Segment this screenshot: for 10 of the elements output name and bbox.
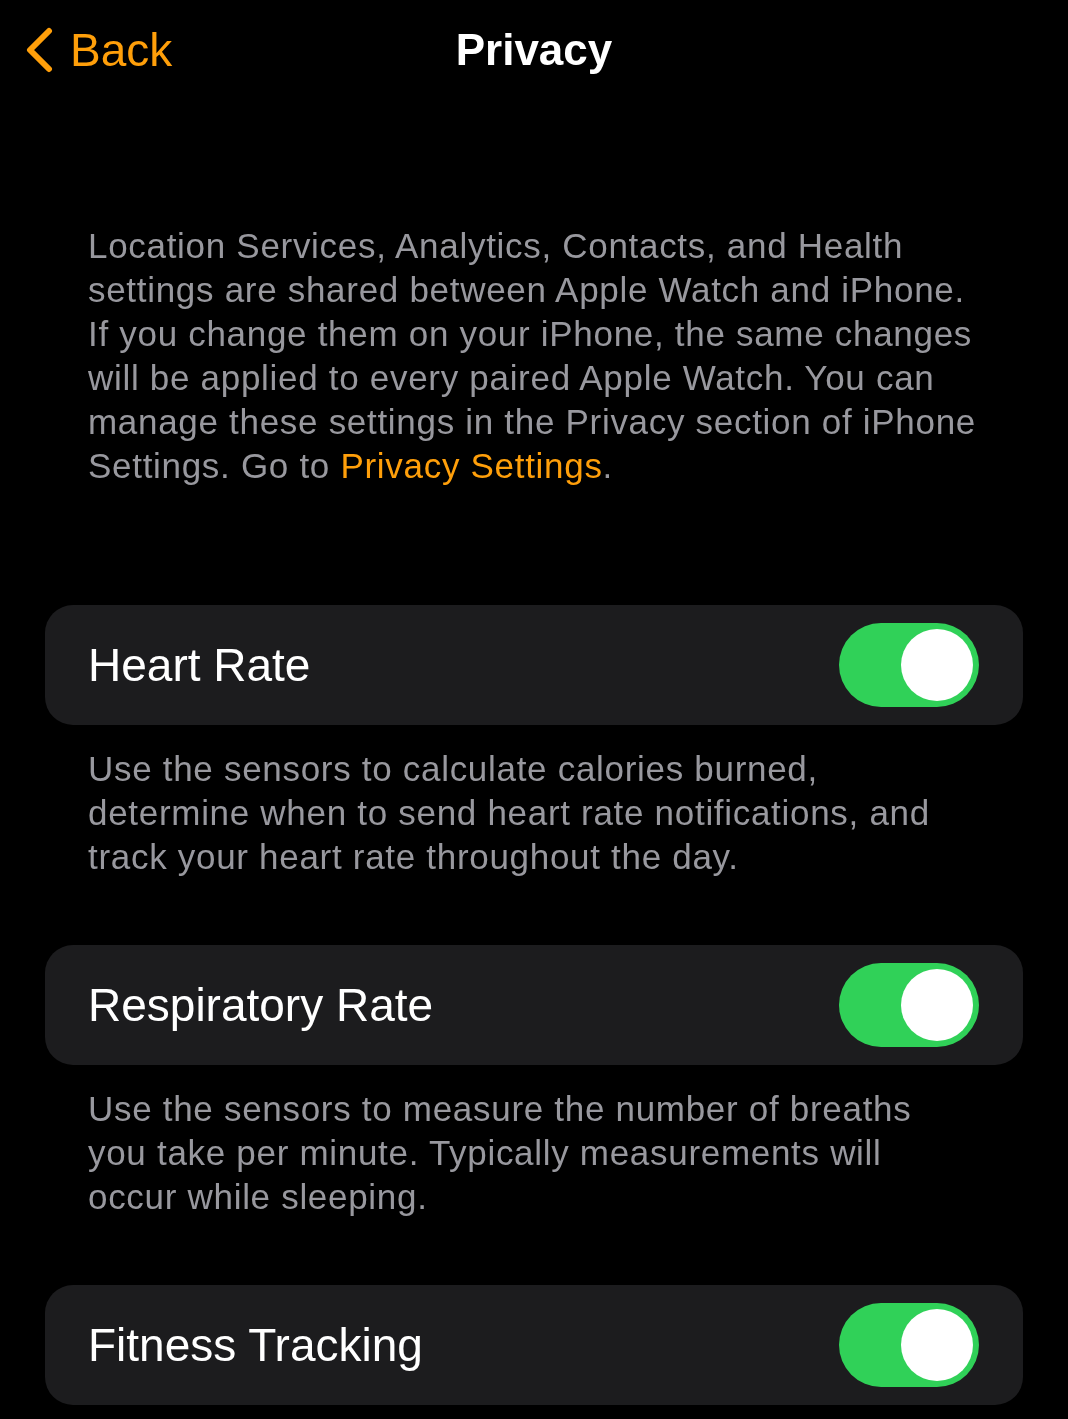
setting-description: Use the sensors to calculate calories burned, determine when to send heart rate notifications, and track your heart rate throughout the day. xyxy=(88,748,931,878)
setting-label: Heart Rate xyxy=(88,638,311,692)
setting-description: Use the sensors to measure the number of breaths you take per minute. Typically measurements will occur while sleeping. xyxy=(88,1088,913,1218)
back-button[interactable]: Back xyxy=(0,0,173,100)
page-title: Privacy xyxy=(455,25,613,75)
privacy-settings-link[interactable]: Privacy Settings xyxy=(340,446,603,485)
privacy-description: Location Services, Analytics, Contacts, and Health settings are shared between Apple Watch and iPhone. If you change them on your iPhone, the same changes will be applied to every paired Apple Watch. You can manage these settings in the Privacy section of iPhone Settings. Go to Privacy Settings. xyxy=(88,225,978,487)
chevron-left-icon xyxy=(24,27,54,73)
setting-label: Respiratory Rate xyxy=(88,978,434,1032)
setting-label: Fitness Tracking xyxy=(88,1318,423,1372)
